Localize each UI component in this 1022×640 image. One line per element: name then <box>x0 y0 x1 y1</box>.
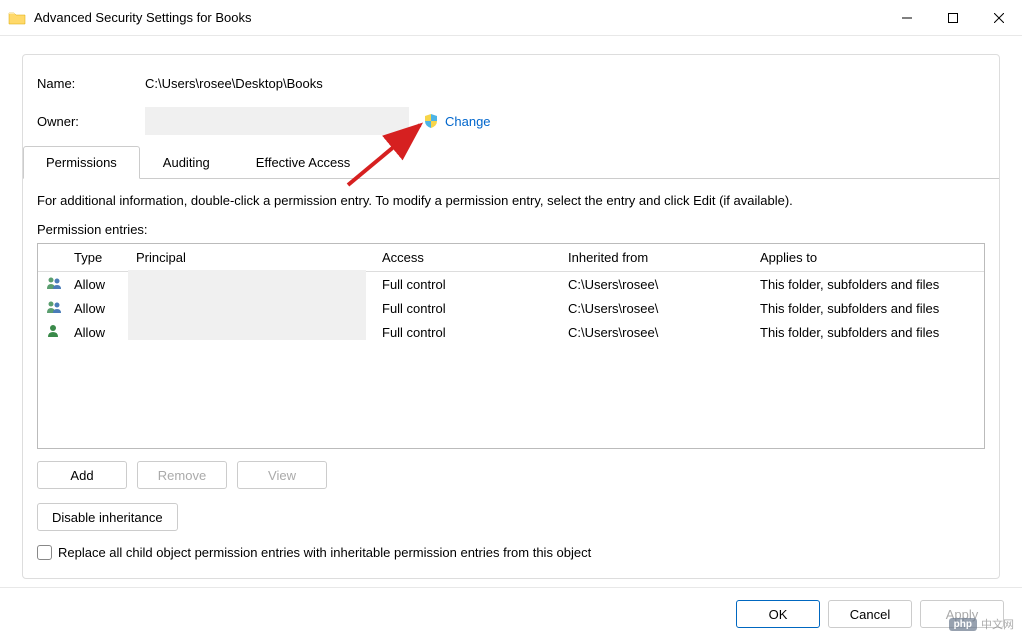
header-applies[interactable]: Applies to <box>752 250 984 265</box>
owner-value-box <box>145 107 409 135</box>
titlebar: Advanced Security Settings for Books <box>0 0 1022 36</box>
user-icon <box>46 324 64 338</box>
tab-bar: Permissions Auditing Effective Access <box>23 145 999 179</box>
remove-button[interactable]: Remove <box>137 461 227 489</box>
replace-checkbox-label: Replace all child object permission entr… <box>58 545 591 560</box>
minimize-button[interactable] <box>884 0 930 36</box>
watermark: php 中文网 <box>949 616 1014 632</box>
window-controls <box>884 0 1022 35</box>
maximize-icon <box>948 13 958 23</box>
folder-icon <box>8 11 26 25</box>
ok-button[interactable]: OK <box>736 600 820 628</box>
change-owner-link[interactable]: Change <box>445 114 491 129</box>
view-button[interactable]: View <box>237 461 327 489</box>
name-field-row: Name: C:\Users\rosee\Desktop\Books <box>37 69 999 97</box>
watermark-text: 中文网 <box>981 616 1014 632</box>
replace-checkbox[interactable] <box>37 545 52 560</box>
window-title: Advanced Security Settings for Books <box>34 10 884 25</box>
entries-label: Permission entries: <box>37 222 985 237</box>
header-access[interactable]: Access <box>374 250 560 265</box>
cancel-button[interactable]: Cancel <box>828 600 912 628</box>
users-icon <box>46 300 64 314</box>
header-inherited[interactable]: Inherited from <box>560 250 752 265</box>
close-button[interactable] <box>976 0 1022 36</box>
owner-label: Owner: <box>37 114 145 129</box>
header-type[interactable]: Type <box>66 250 128 265</box>
main-panel: Name: C:\Users\rosee\Desktop\Books Owner… <box>22 54 1000 579</box>
permissions-table: Type Principal Access Inherited from App… <box>37 243 985 449</box>
action-buttons: Add Remove View <box>37 461 999 489</box>
tab-content: For additional information, double-click… <box>23 179 999 449</box>
add-button[interactable]: Add <box>37 461 127 489</box>
principal-redacted <box>128 270 366 340</box>
name-value: C:\Users\rosee\Desktop\Books <box>145 76 323 91</box>
replace-checkbox-row: Replace all child object permission entr… <box>37 545 999 560</box>
name-label: Name: <box>37 76 145 91</box>
minimize-icon <box>902 13 912 23</box>
tab-effective-access[interactable]: Effective Access <box>233 146 373 179</box>
header-principal[interactable]: Principal <box>128 250 374 265</box>
close-icon <box>994 13 1004 23</box>
table-header: Type Principal Access Inherited from App… <box>38 244 984 272</box>
disable-inheritance-button[interactable]: Disable inheritance <box>37 503 178 531</box>
watermark-badge: php <box>949 618 977 631</box>
tab-permissions[interactable]: Permissions <box>23 146 140 179</box>
shield-icon <box>423 113 439 129</box>
owner-field-row: Owner: Change <box>37 107 999 135</box>
footer-separator <box>0 587 1022 588</box>
tab-auditing[interactable]: Auditing <box>140 146 233 179</box>
users-icon <box>46 276 64 290</box>
info-text: For additional information, double-click… <box>37 193 985 208</box>
maximize-button[interactable] <box>930 0 976 36</box>
